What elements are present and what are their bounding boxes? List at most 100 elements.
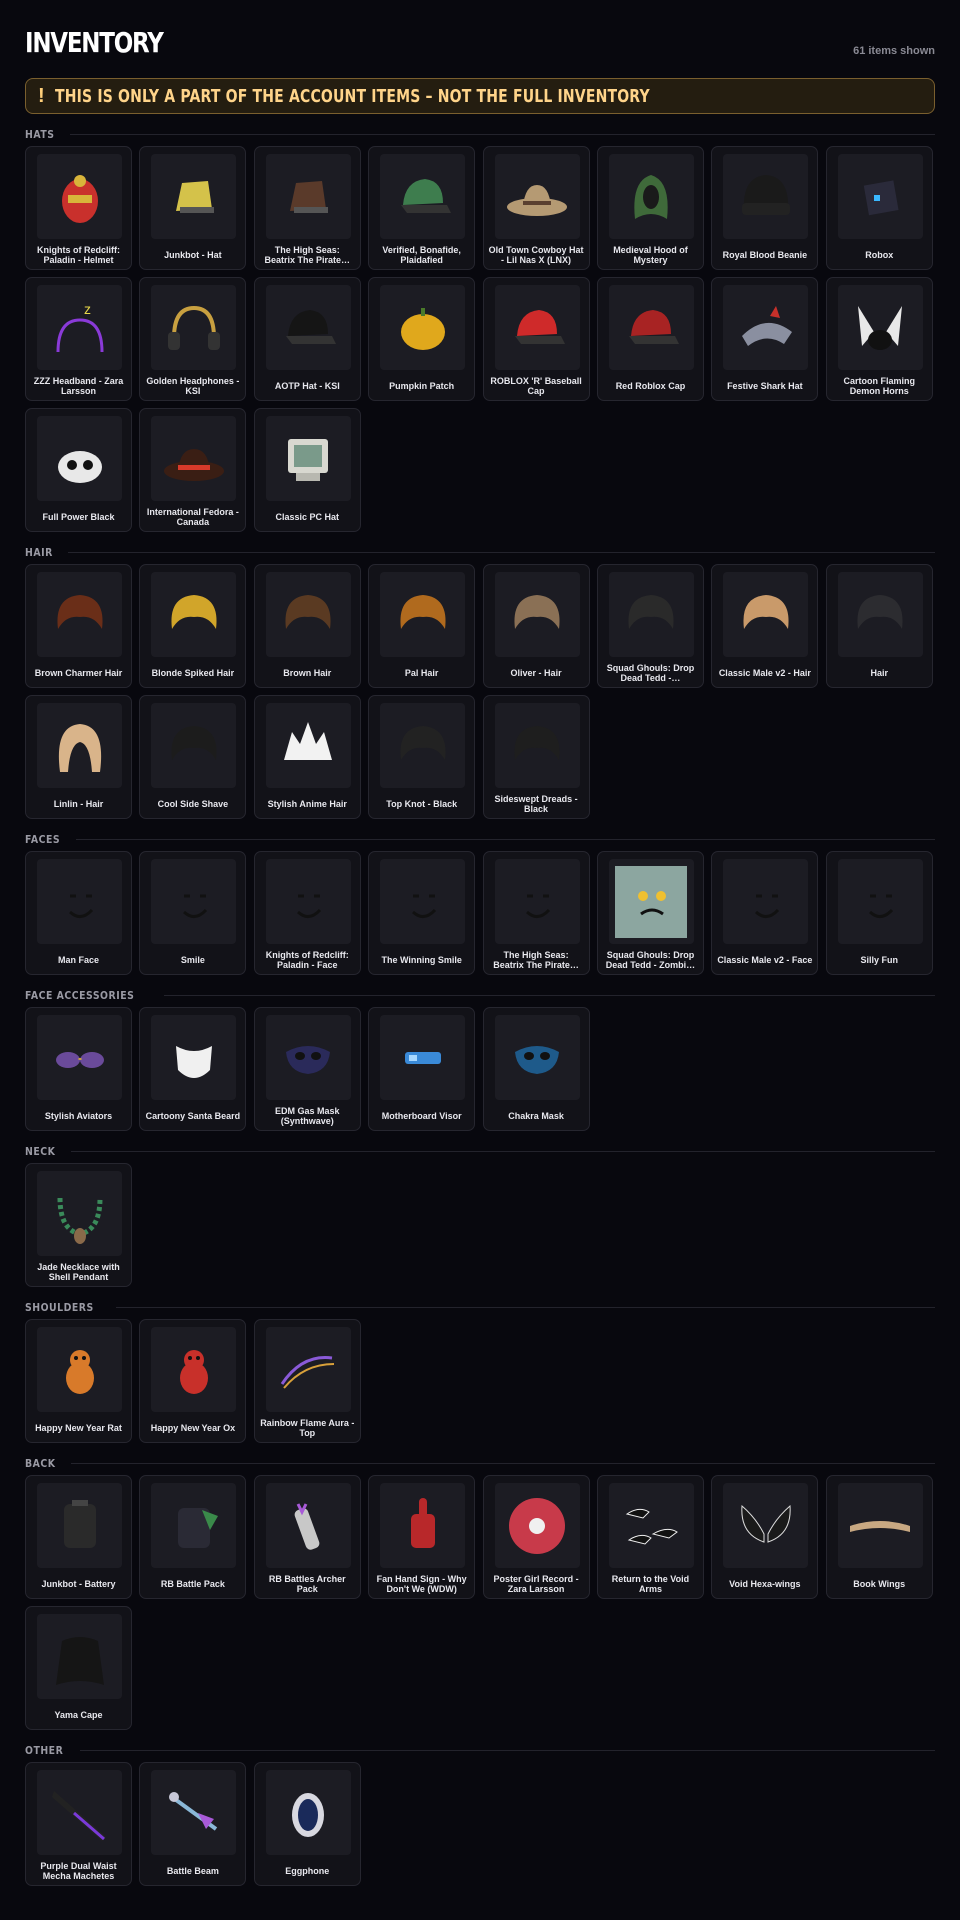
item-name: The Winning Smile xyxy=(381,955,462,965)
item-name: Squad Ghouls: Drop Dead Tedd - Zombi… xyxy=(605,950,696,970)
item-grid: Purple Dual Waist Mecha Machetes Battle B… xyxy=(25,1762,935,1886)
item-card[interactable]: Fan Hand Sign - Why Don't We (WDW) xyxy=(368,1475,476,1599)
item-name: Old Town Cowboy Hat - Lil Nas X (LNX) xyxy=(488,245,584,265)
item-card[interactable]: Return to the Void Arms xyxy=(596,1475,704,1599)
item-card[interactable]: Cartoony Santa Beard xyxy=(139,1007,247,1131)
item-name: Squad Ghouls: Drop Dead Tedd -… xyxy=(606,663,695,683)
item-card[interactable]: Classic PC Hat xyxy=(253,408,361,532)
item-name: EDM Gas Mask (Synthwave) xyxy=(275,1106,340,1126)
item-name: Happy New Year Ox xyxy=(150,1423,236,1433)
glasses-icon xyxy=(37,1015,122,1100)
item-card[interactable]: Oliver - Hair xyxy=(482,564,590,688)
exclamation-icon: ! xyxy=(38,84,45,107)
item-name: Book Wings xyxy=(853,1579,906,1589)
item-card[interactable]: The High Seas: Beatrix The Pirate… xyxy=(482,851,590,975)
item-card[interactable]: Yama Cape xyxy=(25,1606,132,1730)
item-card[interactable]: Classic Male v2 - Face xyxy=(711,851,819,975)
item-card[interactable]: Royal Blood Beanie xyxy=(711,146,819,270)
item-card[interactable]: Linlin - Hair xyxy=(25,695,132,819)
item-card[interactable]: Golden Headphones - KSI xyxy=(139,277,247,401)
item-card[interactable]: Festive Shark Hat xyxy=(711,277,819,401)
item-card[interactable]: Top Knot - Black xyxy=(368,695,476,819)
warning-banner: ! THIS IS ONLY A PART OF THE ACCOUNT ITE… xyxy=(25,78,935,114)
item-card[interactable]: z ZZZ Headband - Zara Larsson xyxy=(25,277,132,401)
section-header: OTHER xyxy=(25,1744,935,1757)
item-card[interactable]: Poster Girl Record - Zara Larsson xyxy=(482,1475,590,1599)
item-card[interactable]: Smile xyxy=(139,851,247,975)
section-divider xyxy=(70,1462,935,1464)
item-card[interactable]: Purple Dual Waist Mecha Machetes xyxy=(25,1762,132,1886)
egg-icon xyxy=(265,1770,351,1855)
item-card[interactable]: The High Seas: Beatrix The Pirate… xyxy=(253,146,361,270)
item-name: Royal Blood Beanie xyxy=(722,250,808,260)
item-name: Classic PC Hat xyxy=(275,512,340,522)
item-card[interactable]: RB Battle Pack xyxy=(139,1475,247,1599)
item-card[interactable]: Cartoon Flaming Demon Horns xyxy=(825,277,933,401)
item-name: Junkbot - Battery xyxy=(41,1579,116,1589)
item-card[interactable]: Silly Fun xyxy=(825,851,933,975)
item-card[interactable]: Eggphone xyxy=(253,1762,361,1886)
item-name: Classic Male v2 - Hair xyxy=(718,668,811,678)
item-card[interactable]: EDM Gas Mask (Synthwave) xyxy=(253,1007,361,1131)
section-header: FACE ACCESSORIES xyxy=(25,989,935,1002)
item-card[interactable]: Junkbot - Battery xyxy=(25,1475,132,1599)
item-name: Medieval Hood of Mystery xyxy=(613,245,688,265)
item-card[interactable]: The Winning Smile xyxy=(368,851,476,975)
item-card[interactable]: Pumpkin Patch xyxy=(368,277,476,401)
pet-icon xyxy=(151,1327,237,1412)
item-name: Oliver - Hair xyxy=(510,668,562,678)
item-card[interactable]: Medieval Hood of Mystery xyxy=(596,146,704,270)
item-card[interactable]: Book Wings xyxy=(825,1475,933,1599)
long-hair-icon xyxy=(37,703,122,788)
item-card[interactable]: Jade Necklace with Shell Pendant xyxy=(25,1163,132,1287)
face-icon xyxy=(837,859,923,944)
item-card[interactable]: RB Battles Archer Pack xyxy=(253,1475,361,1599)
item-card[interactable]: Battle Beam xyxy=(139,1762,247,1886)
item-name: Happy New Year Rat xyxy=(35,1423,122,1433)
item-card[interactable]: Verified, Bonafide, Plaidafied xyxy=(368,146,476,270)
item-card[interactable]: Junkbot - Hat xyxy=(139,146,247,270)
item-card[interactable]: Knights of Redcliff: Paladin - Face xyxy=(253,851,361,975)
item-card[interactable]: Brown Charmer Hair xyxy=(25,564,132,688)
item-card[interactable]: Sideswept Dreads - Black xyxy=(482,695,590,819)
horns-icon xyxy=(837,285,923,370)
item-grid: Happy New Year Rat Happy New Year Ox Rainb… xyxy=(25,1319,935,1443)
item-card[interactable]: Happy New Year Ox xyxy=(139,1319,247,1443)
item-card[interactable]: Full Power Black xyxy=(25,408,132,532)
item-card[interactable]: Happy New Year Rat xyxy=(25,1319,132,1443)
helmet-icon xyxy=(37,154,122,239)
item-card[interactable]: Motherboard Visor xyxy=(368,1007,476,1131)
item-card[interactable]: Stylish Aviators xyxy=(25,1007,132,1131)
item-card[interactable]: Squad Ghouls: Drop Dead Tedd -… xyxy=(596,564,704,688)
face-icon xyxy=(37,859,122,944)
item-card[interactable]: Cool Side Shave xyxy=(139,695,247,819)
item-card[interactable]: Red Roblox Cap xyxy=(596,277,704,401)
item-card[interactable]: Brown Hair xyxy=(253,564,361,688)
item-card[interactable]: Chakra Mask xyxy=(482,1007,590,1131)
item-name: Pal Hair xyxy=(404,668,439,678)
item-card[interactable]: Pal Hair xyxy=(368,564,476,688)
item-name: The High Seas: Beatrix The Pirate… xyxy=(493,950,579,970)
item-name: ZZZ Headband - Zara Larsson xyxy=(33,376,124,396)
item-card[interactable]: Blonde Spiked Hair xyxy=(139,564,247,688)
item-card[interactable]: ROBLOX 'R' Baseball Cap xyxy=(482,277,590,401)
item-card[interactable]: Old Town Cowboy Hat - Lil Nas X (LNX) xyxy=(482,146,590,270)
item-card[interactable]: Man Face xyxy=(25,851,132,975)
item-card[interactable]: Stylish Anime Hair xyxy=(253,695,361,819)
item-card[interactable]: International Fedora - Canada xyxy=(139,408,247,532)
item-card[interactable]: Rainbow Flame Aura - Top xyxy=(253,1319,361,1443)
section-title: SHOULDERS xyxy=(25,1300,94,1314)
item-name: Fan Hand Sign - Why Don't We (WDW) xyxy=(376,1574,467,1594)
item-name: Hair xyxy=(870,668,888,678)
item-card[interactable]: Robox xyxy=(825,146,933,270)
item-name: Top Knot - Black xyxy=(386,799,458,809)
item-card[interactable]: Void Hexa-wings xyxy=(711,1475,819,1599)
item-card[interactable]: Knights of Redcliff: Paladin - Helmet xyxy=(25,146,132,270)
item-card[interactable]: Hair xyxy=(825,564,933,688)
cowboy-hat-icon xyxy=(494,154,580,239)
item-card[interactable]: Squad Ghouls: Drop Dead Tedd - Zombi… xyxy=(596,851,704,975)
section-title: BACK xyxy=(25,1456,56,1470)
wings-icon xyxy=(723,1483,809,1568)
item-card[interactable]: AOTP Hat - KSI xyxy=(253,277,361,401)
item-card[interactable]: Classic Male v2 - Hair xyxy=(711,564,819,688)
